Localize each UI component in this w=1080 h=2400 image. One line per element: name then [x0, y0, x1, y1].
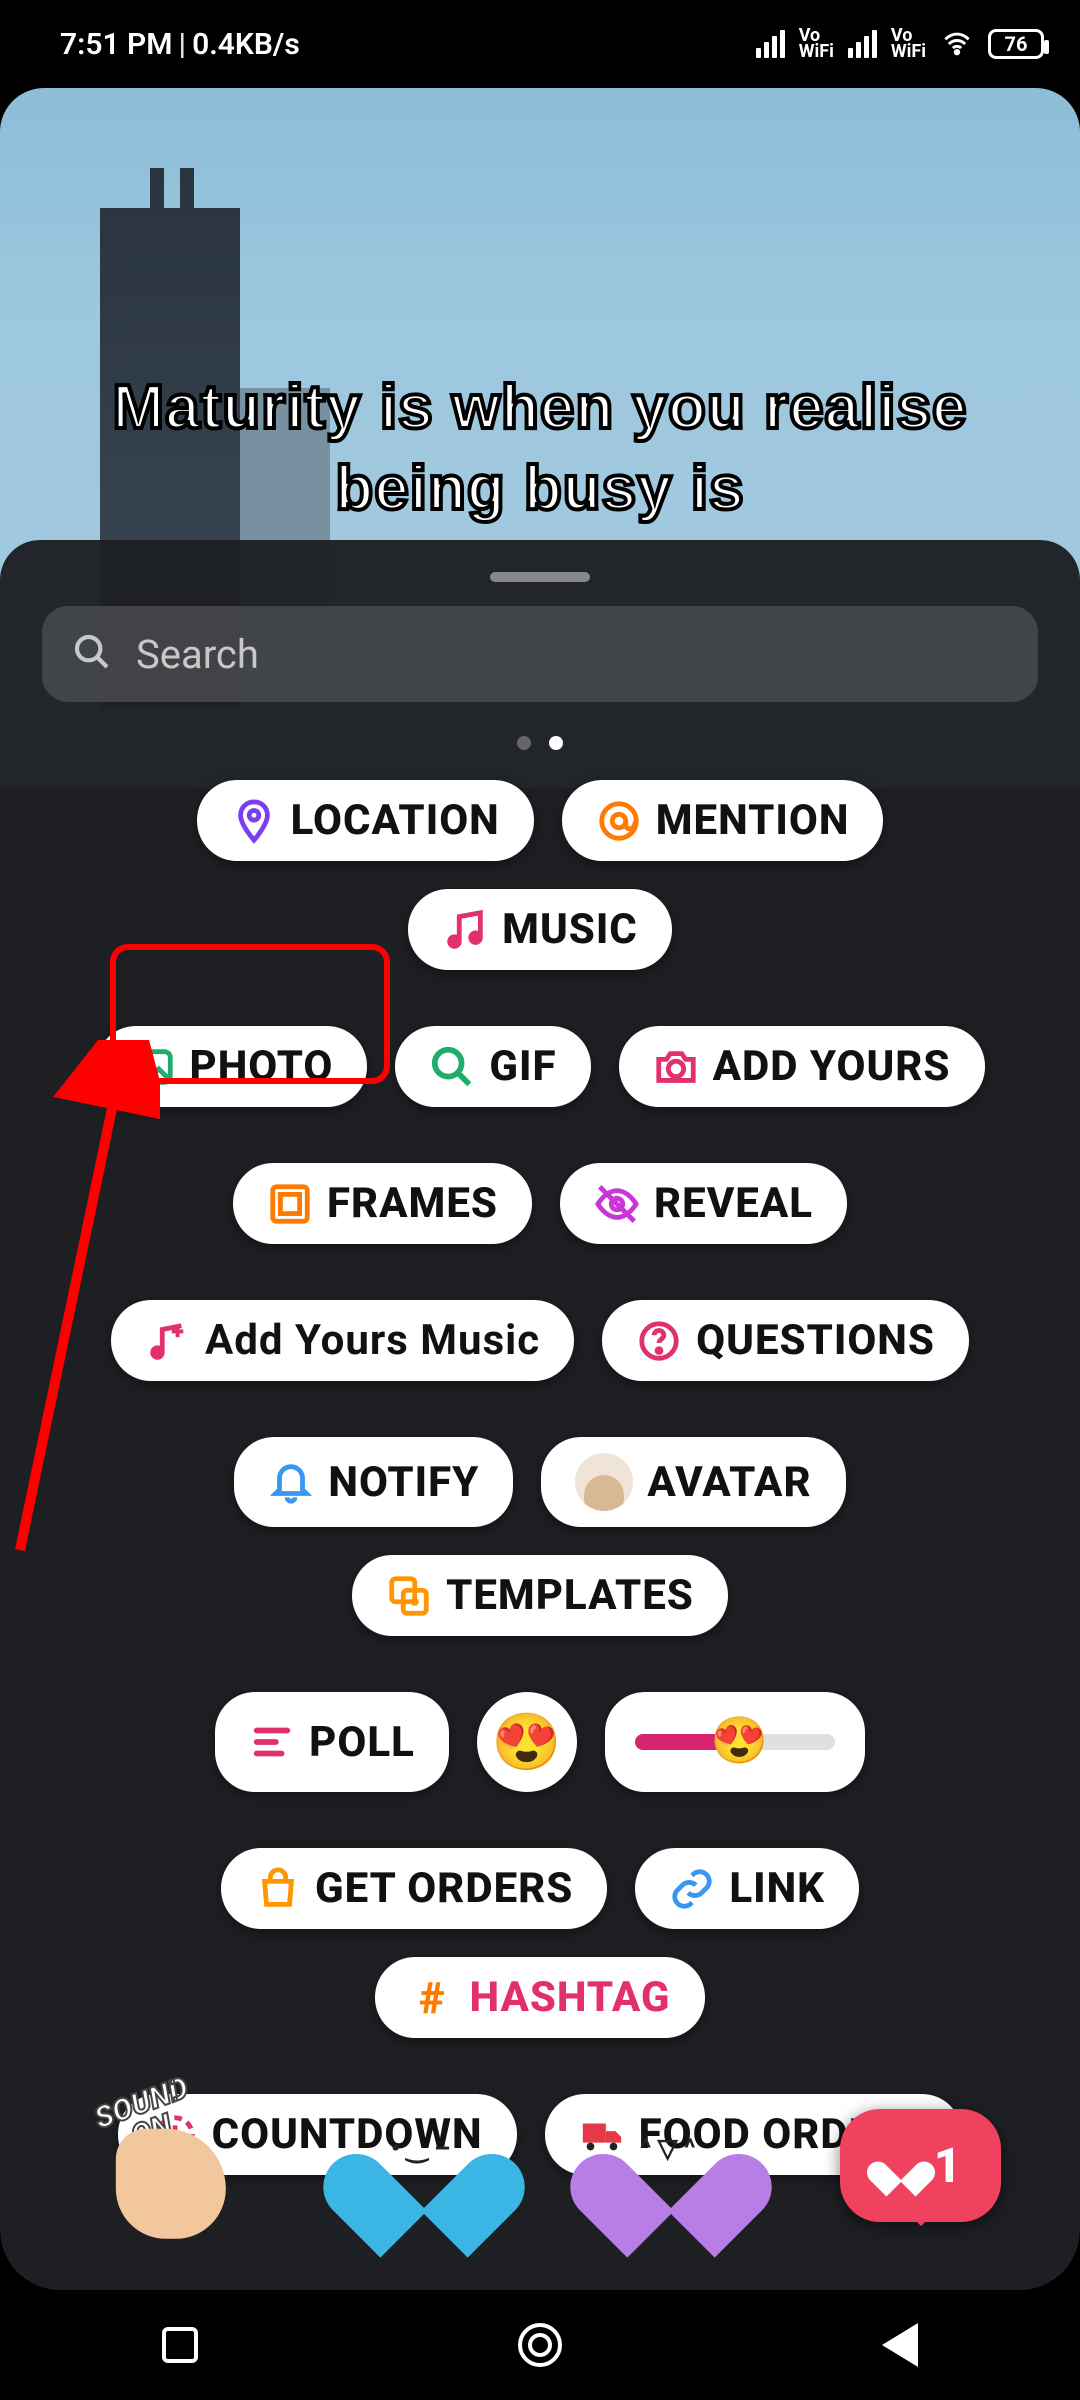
- screen: 7:51 PM | 0.4KB/s Vo WiFi Vo WiFi 76 Mat…: [0, 0, 1080, 2290]
- android-nav-bar: [0, 2290, 1080, 2400]
- search-input[interactable]: Search: [42, 606, 1038, 702]
- sheet-grabber[interactable]: [490, 572, 590, 582]
- bottom-sticker-row: SOUND ON • ‿ – ^ ▽ ^ 1: [0, 2080, 1080, 2250]
- slider-track: 😍: [635, 1734, 835, 1750]
- status-bar: 7:51 PM | 0.4KB/s Vo WiFi Vo WiFi 76: [0, 0, 1080, 88]
- sticker-label: GET ORDERS: [315, 1864, 573, 1913]
- sticker-label: MENTION: [656, 796, 850, 845]
- hand-icon: [115, 2129, 225, 2239]
- sticker-poll[interactable]: POLL: [215, 1692, 449, 1792]
- sticker-mention[interactable]: MENTION: [562, 780, 884, 861]
- sticker-hashtag[interactable]: # HASHTAG: [375, 1957, 704, 2038]
- bell-icon: [268, 1459, 314, 1505]
- battery-icon: 76: [988, 29, 1044, 59]
- nav-home-button[interactable]: [510, 2315, 570, 2375]
- sticker-heart-purple[interactable]: ^ ▽ ^: [593, 2090, 743, 2240]
- poll-icon: [249, 1719, 295, 1765]
- heart-face-icon: • ‿ –: [346, 2134, 496, 2164]
- sticker-photo[interactable]: PHOTO: [96, 1026, 368, 1107]
- sticker-label: GIF: [489, 1042, 556, 1091]
- sticker-location[interactable]: LOCATION: [197, 780, 534, 861]
- sticker-label: Add Yours Music: [205, 1316, 540, 1365]
- heart-face-icon: ^ ▽ ^: [593, 2134, 743, 2164]
- like-count: 1: [934, 2137, 962, 2194]
- vowifi-label-1: Vo WiFi: [799, 28, 834, 60]
- camera-icon: [653, 1044, 699, 1090]
- sticker-link[interactable]: LINK: [635, 1848, 859, 1929]
- sticker-label: NOTIFY: [328, 1458, 479, 1507]
- heart-eyes-icon: 😍: [491, 1709, 562, 1775]
- sticker-notify[interactable]: NOTIFY: [234, 1437, 513, 1527]
- bag-icon: [255, 1866, 301, 1912]
- photo-icon: [130, 1044, 176, 1090]
- status-time: 7:51 PM: [60, 27, 173, 62]
- sticker-label: LINK: [729, 1864, 825, 1913]
- page-dot-1[interactable]: [517, 736, 531, 750]
- sticker-add-yours-music[interactable]: Add Yours Music: [111, 1300, 574, 1381]
- gif-search-icon: [429, 1044, 475, 1090]
- sticker-frames[interactable]: FRAMES: [233, 1163, 532, 1244]
- nav-back-button[interactable]: [870, 2315, 930, 2375]
- wifi-icon: [940, 30, 974, 58]
- status-net-speed: 0.4KB/s: [192, 27, 300, 62]
- sticker-sound-on[interactable]: SOUND ON: [55, 2056, 273, 2274]
- sticker-emoji-slider[interactable]: 😍: [605, 1692, 865, 1792]
- signal-icon: [756, 30, 785, 58]
- page-dot-2[interactable]: [549, 736, 563, 750]
- sticker-label: HASHTAG: [469, 1973, 670, 2022]
- reveal-icon: [594, 1181, 640, 1227]
- link-icon: [669, 1866, 715, 1912]
- sticker-label: AVATAR: [647, 1458, 811, 1507]
- hashtag-icon: #: [409, 1975, 455, 2021]
- sticker-get-orders[interactable]: GET ORDERS: [221, 1848, 607, 1929]
- search-icon: [72, 632, 112, 676]
- page-dots: [0, 736, 1080, 750]
- music-plus-icon: [145, 1318, 191, 1364]
- sticker-label: TEMPLATES: [446, 1571, 694, 1620]
- sticker-questions[interactable]: QUESTIONS: [602, 1300, 969, 1381]
- sticker-label: PHOTO: [190, 1042, 334, 1091]
- avatar-icon: [575, 1453, 633, 1511]
- sticker-like-count[interactable]: 1: [840, 2109, 1002, 2222]
- questions-icon: [636, 1318, 682, 1364]
- signal-icon-2: [848, 30, 877, 58]
- story-caption: Maturity is when you realise being busy …: [0, 368, 1080, 529]
- slider-thumb-icon: 😍: [711, 1714, 769, 1768]
- heart-icon: [880, 2147, 920, 2183]
- sticker-reveal[interactable]: REVEAL: [560, 1163, 847, 1244]
- sticker-add-yours[interactable]: ADD YOURS: [619, 1026, 985, 1107]
- location-icon: [231, 798, 277, 844]
- sticker-avatar[interactable]: AVATAR: [541, 1437, 845, 1527]
- sticker-gif[interactable]: GIF: [395, 1026, 590, 1107]
- nav-recent-button[interactable]: [150, 2315, 210, 2375]
- sticker-label: MUSIC: [502, 905, 638, 954]
- templates-icon: [386, 1573, 432, 1619]
- sticker-label: FRAMES: [327, 1179, 498, 1228]
- sticker-sheet[interactable]: Search LOCATION MENTION: [0, 540, 1080, 2290]
- search-placeholder: Search: [136, 631, 259, 678]
- music-icon: [442, 907, 488, 953]
- sticker-label: REVEAL: [654, 1179, 813, 1228]
- sticker-grid: LOCATION MENTION MUSIC PHOTO: [0, 780, 1080, 2175]
- vowifi-label-2: Vo WiFi: [891, 28, 926, 60]
- sticker-music[interactable]: MUSIC: [408, 889, 672, 970]
- sticker-label: QUESTIONS: [696, 1316, 935, 1365]
- sticker-label: POLL: [309, 1718, 415, 1767]
- sticker-emoji-reaction[interactable]: 😍: [477, 1692, 577, 1792]
- sticker-label: ADD YOURS: [713, 1042, 951, 1091]
- sticker-heart-blue[interactable]: • ‿ –: [346, 2090, 496, 2240]
- frames-icon: [267, 1181, 313, 1227]
- sticker-label: LOCATION: [291, 796, 500, 845]
- sticker-templates[interactable]: TEMPLATES: [352, 1555, 728, 1636]
- mention-icon: [596, 798, 642, 844]
